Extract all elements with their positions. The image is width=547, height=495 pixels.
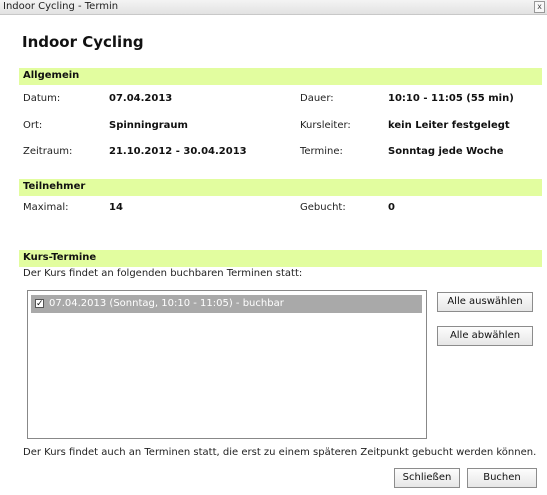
dauer-value: 10:10 - 11:05 (55 min)	[388, 93, 514, 104]
checkbox-checked-icon[interactable]: ✓	[35, 299, 44, 309]
section-allgemein: Allgemein	[19, 68, 542, 85]
section-title: Teilnehmer	[23, 181, 86, 192]
zeitraum-value: 21.10.2012 - 30.04.2013	[109, 146, 247, 157]
close-icon[interactable]: x	[534, 1, 545, 13]
kursleiter-value: kein Leiter festgelegt	[388, 120, 510, 131]
kursleiter-label: Kursleiter:	[300, 120, 351, 131]
ort-value: Spinningraum	[109, 120, 188, 131]
footnote-text: Der Kurs findet auch an Terminen statt, …	[23, 447, 537, 458]
termine-value: Sonntag jede Woche	[388, 146, 504, 157]
section-title: Kurs-Termine	[23, 252, 97, 263]
maximal-label: Maximal:	[23, 202, 69, 213]
list-item-label: 07.04.2013 (Sonntag, 10:10 - 11:05) - bu…	[49, 298, 284, 309]
termine-label: Termine:	[300, 146, 343, 157]
page-title: Indoor Cycling	[22, 33, 144, 51]
maximal-value: 14	[109, 202, 123, 213]
window-titlebar: Indoor Cycling - Termin x	[0, 0, 547, 15]
datum-label: Datum:	[23, 93, 61, 104]
datum-value: 07.04.2013	[109, 93, 173, 104]
select-all-button[interactable]: Alle auswählen	[437, 292, 533, 312]
ort-label: Ort:	[23, 120, 43, 131]
kurs-termine-intro: Der Kurs findet an folgenden buchbaren T…	[23, 268, 303, 279]
list-item[interactable]: ✓ 07.04.2013 (Sonntag, 10:10 - 11:05) - …	[31, 295, 422, 313]
close-button[interactable]: Schließen	[394, 468, 460, 488]
section-teilnehmer: Teilnehmer	[19, 179, 542, 196]
window-title: Indoor Cycling - Termin	[3, 1, 119, 12]
termine-listbox[interactable]: ✓ 07.04.2013 (Sonntag, 10:10 - 11:05) - …	[27, 290, 427, 439]
zeitraum-label: Zeitraum:	[23, 146, 73, 157]
book-button[interactable]: Buchen	[467, 468, 537, 488]
dauer-label: Dauer:	[300, 93, 334, 104]
section-title: Allgemein	[23, 70, 80, 81]
section-kurs-termine: Kurs-Termine	[19, 250, 542, 267]
deselect-all-button[interactable]: Alle abwählen	[437, 326, 533, 346]
gebucht-label: Gebucht:	[300, 202, 346, 213]
gebucht-value: 0	[388, 202, 395, 213]
